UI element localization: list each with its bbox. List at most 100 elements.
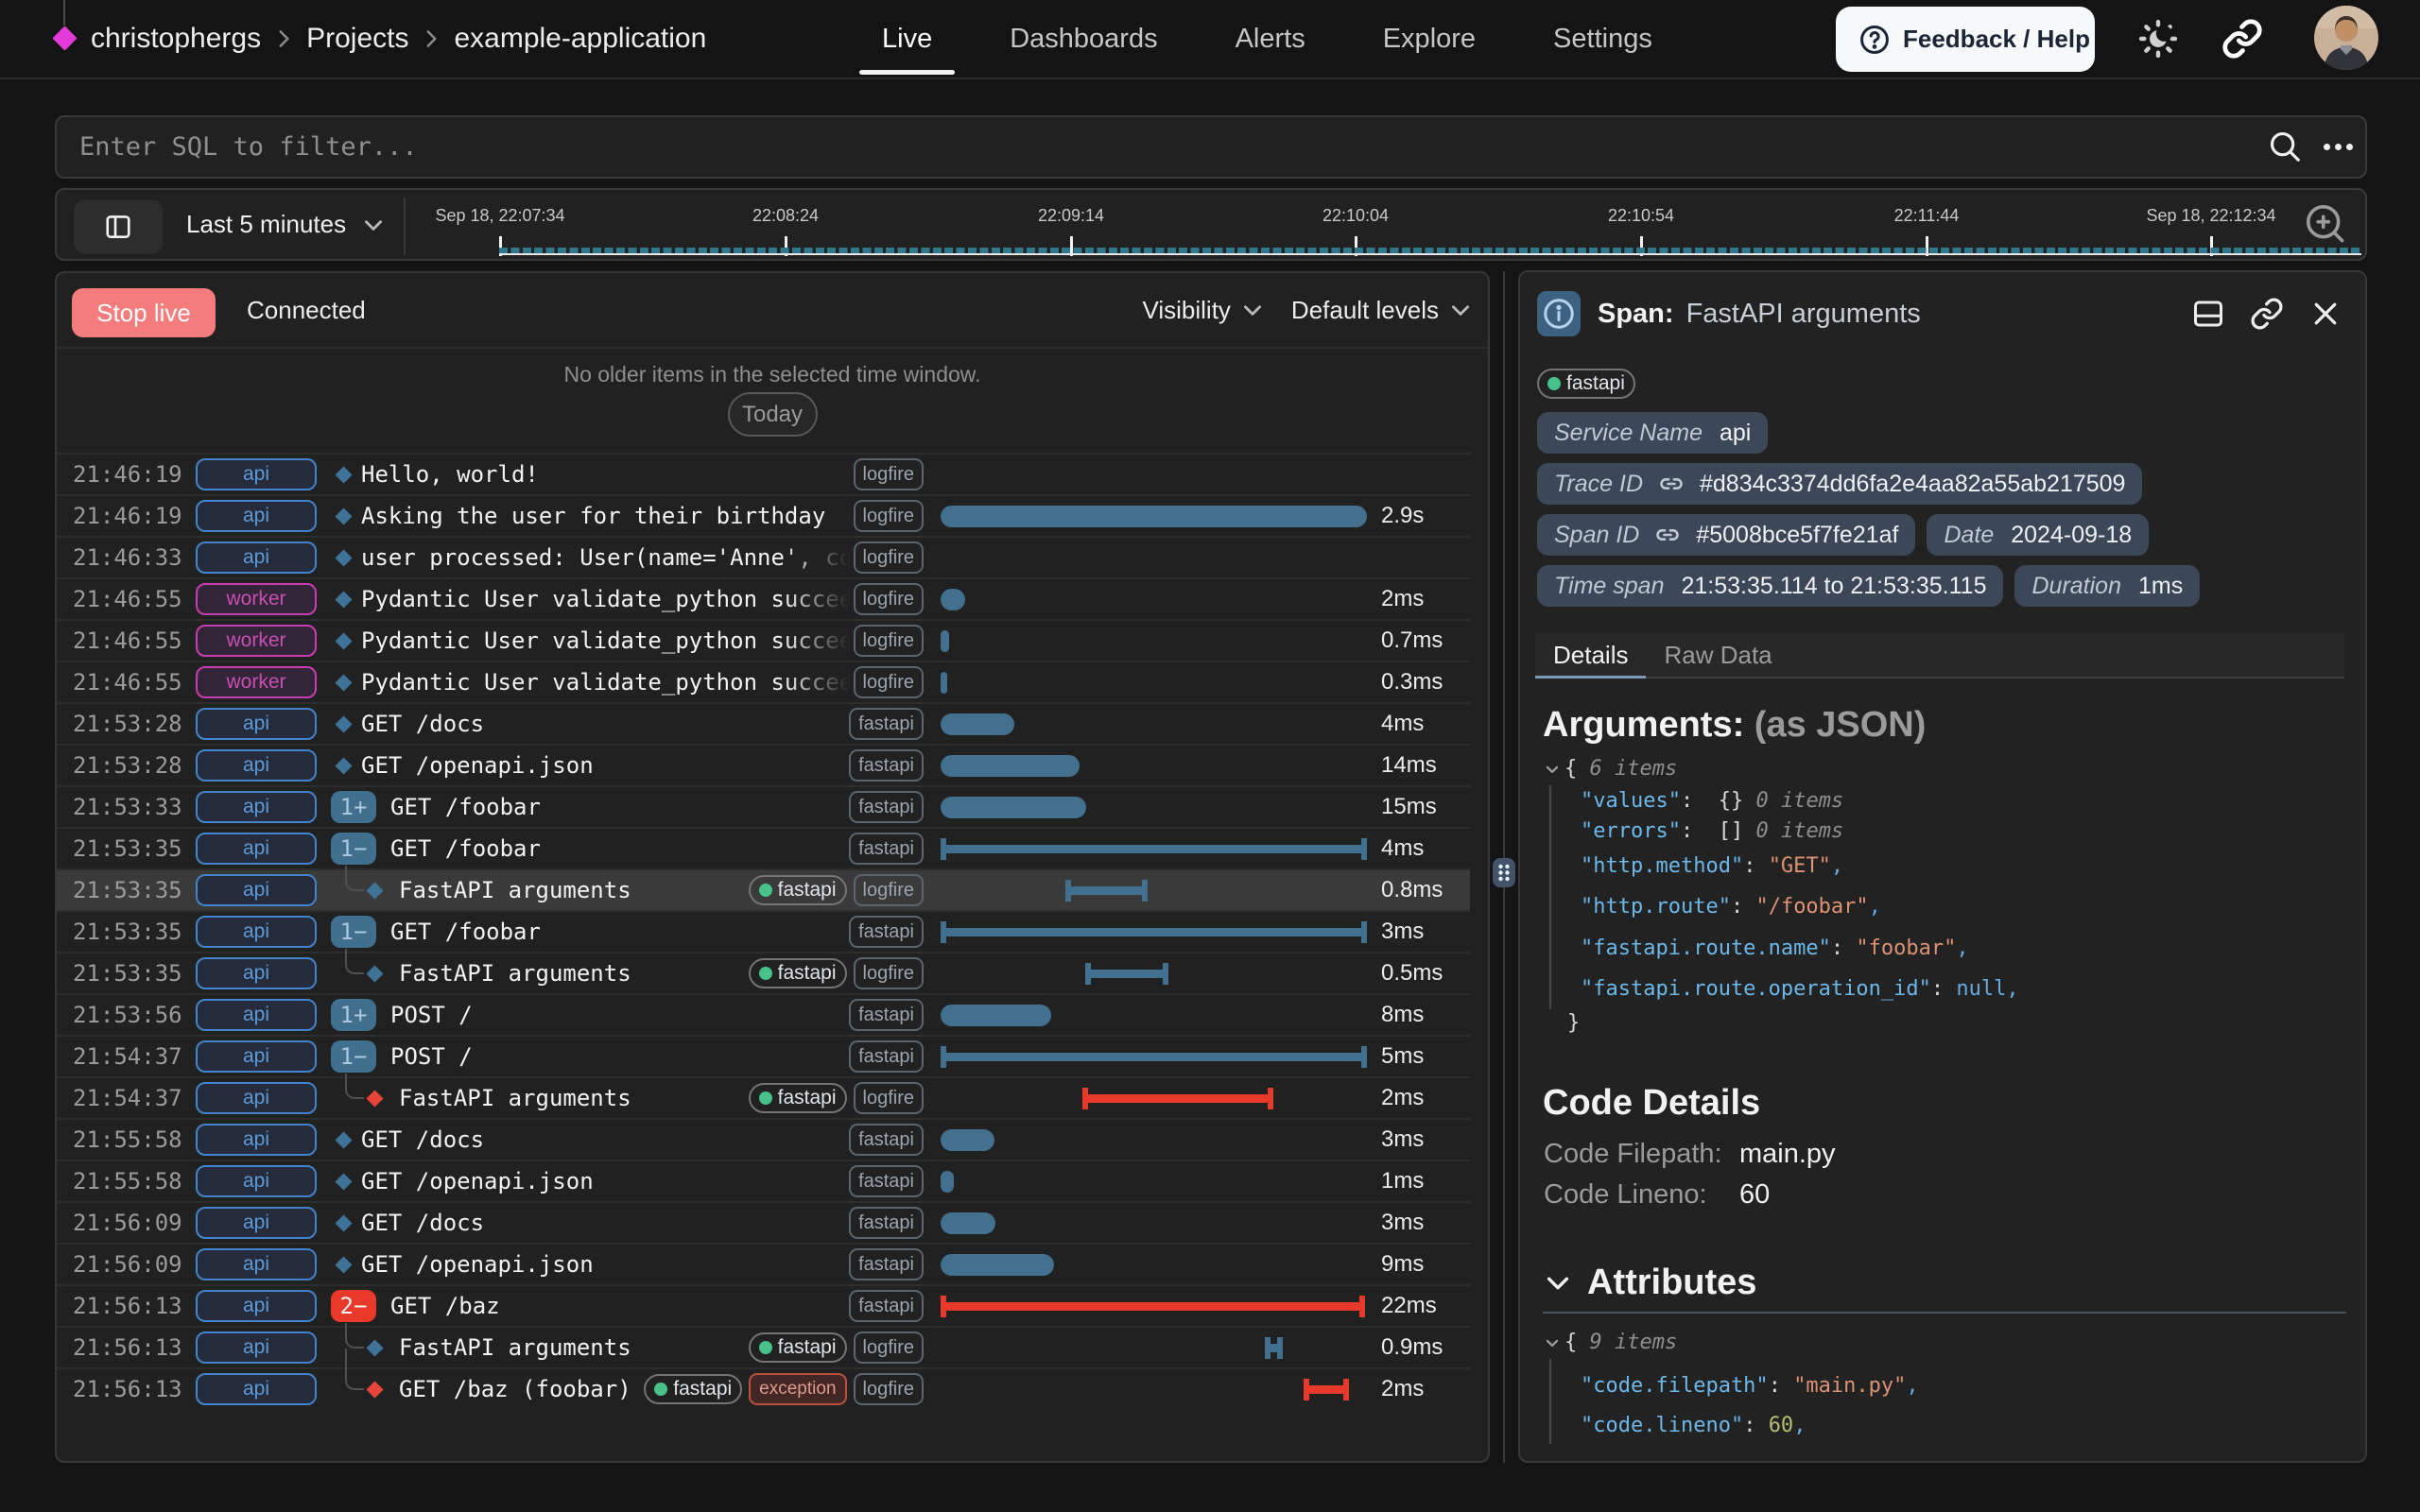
nav-tab-dashboards[interactable]: Dashboards [987,0,1180,77]
service-tag-api[interactable]: api [196,749,317,782]
service-tag-api[interactable]: api [196,1207,317,1239]
service-tag-worker[interactable]: worker [196,666,317,698]
scope-tag-fastapi[interactable]: fastapi [849,1207,924,1239]
service-tag-api[interactable]: api [196,500,317,532]
log-row[interactable]: 21:46:55workerPydantic User validate_pyt… [57,661,1470,702]
metadata-chip[interactable]: Trace ID#d834c3374dd6fa2e4aa82a55ab21750… [1537,463,2142,505]
theme-toggle-icon[interactable] [2137,18,2179,60]
filter-menu-icon[interactable] [2324,130,2365,163]
attributes-heading[interactable]: Attributes [1543,1263,1756,1303]
close-icon[interactable] [2308,297,2342,331]
fastapi-tag[interactable]: fastapi [749,875,847,905]
scope-tag-logfire[interactable]: logfire [854,583,924,615]
log-row[interactable]: 21:53:28apiGET /docsfastapi4ms [57,702,1470,744]
fastapi-tag[interactable]: fastapi [749,1083,847,1113]
log-row[interactable]: 21:46:19apiHello, world!logfire [57,453,1470,494]
service-tag-api[interactable]: api [196,791,317,823]
scope-tag-logfire[interactable]: logfire [854,625,924,657]
log-row[interactable]: 21:46:55workerPydantic User validate_pyt… [57,619,1470,661]
zoom-in-icon[interactable] [2304,202,2347,246]
service-tag-api[interactable]: api [196,957,317,989]
detail-tab-details[interactable]: Details [1535,633,1646,677]
nav-tab-settings[interactable]: Settings [1530,0,1675,77]
fastapi-tag[interactable]: fastapi [644,1374,742,1404]
nav-tab-alerts[interactable]: Alerts [1213,0,1328,77]
fastapi-tag[interactable]: fastapi [749,1332,847,1363]
copy-link-icon[interactable] [2221,18,2263,60]
service-tag-api[interactable]: api [196,1290,317,1322]
log-row[interactable]: 21:54:37api1−POST /fastapi5ms [57,1035,1470,1076]
children-count-badge[interactable]: 1− [331,916,376,948]
log-row[interactable]: 21:54:37apiFastAPI argumentsfastapilogfi… [57,1076,1470,1118]
fastapi-tag[interactable]: fastapi [749,958,847,988]
service-tag-api[interactable]: api [196,1124,317,1156]
scope-tag-fastapi[interactable]: fastapi [849,999,924,1031]
scope-tag-fastapi[interactable]: fastapi [849,1248,924,1280]
dock-panel-icon[interactable] [2191,297,2225,331]
scope-tag-logfire[interactable]: logfire [854,874,924,906]
scope-tag-fastapi[interactable]: fastapi [849,708,924,740]
exception-tag[interactable]: exception [749,1373,846,1405]
service-tag-api[interactable]: api [196,541,317,574]
scope-tag-fastapi[interactable]: fastapi [849,833,924,865]
scope-tag-fastapi[interactable]: fastapi [849,1290,924,1322]
search-icon[interactable] [2267,129,2303,164]
sidebar-toggle-button[interactable] [74,199,163,254]
service-tag-api[interactable]: api [196,874,317,906]
service-tag-api[interactable]: api [196,1332,317,1364]
service-tag-api[interactable]: api [196,458,317,490]
service-tag-api[interactable]: api [196,999,317,1031]
log-row[interactable]: 21:53:35api1−GET /foobarfastapi4ms [57,827,1470,868]
resize-handle[interactable] [1493,858,1515,887]
nav-tab-live[interactable]: Live [859,0,955,77]
log-row[interactable]: 21:53:28apiGET /openapi.jsonfastapi14ms [57,744,1470,785]
service-tag-api[interactable]: api [196,1248,317,1280]
log-row[interactable]: 21:56:13apiGET /baz (foobar)fastapiexcep… [57,1367,1470,1409]
service-tag-api[interactable]: api [196,833,317,865]
visibility-dropdown[interactable]: Visibility [1142,296,1264,325]
service-tag-worker[interactable]: worker [196,625,317,657]
service-tag-worker[interactable]: worker [196,583,317,615]
log-row[interactable]: 21:46:33apiuser processed: User(name='An… [57,536,1470,577]
scope-tag-fastapi[interactable]: fastapi [849,749,924,782]
permalink-icon[interactable] [2250,297,2284,331]
scope-tag-fastapi[interactable]: fastapi [849,1165,924,1197]
fastapi-tag[interactable]: fastapi [1537,369,1635,399]
children-count-badge[interactable]: 2− [331,1290,376,1322]
collapse-caret-icon[interactable] [1543,1333,1562,1352]
service-tag-api[interactable]: api [196,1040,317,1073]
log-row[interactable]: 21:55:58apiGET /docsfastapi3ms [57,1118,1470,1160]
log-row[interactable]: 21:53:56api1+POST /fastapi8ms [57,993,1470,1035]
log-row[interactable]: 21:55:58apiGET /openapi.jsonfastapi1ms [57,1160,1470,1201]
breadcrumb-org[interactable]: christophergs [91,23,261,55]
scope-tag-logfire[interactable]: logfire [854,1082,924,1114]
user-avatar[interactable] [2314,6,2378,70]
collapse-caret-icon[interactable] [1543,760,1562,779]
breadcrumb-project[interactable]: example-application [454,23,706,55]
children-count-badge[interactable]: 1− [331,833,376,865]
scope-tag-fastapi[interactable]: fastapi [849,791,924,823]
scope-tag-logfire[interactable]: logfire [854,957,924,989]
log-row[interactable]: 21:53:35api1−GET /foobarfastapi3ms [57,910,1470,952]
log-row[interactable]: 21:46:19apiAsking the user for their bir… [57,494,1470,536]
feedback-help-button[interactable]: Feedback / Help [1836,7,2095,72]
scope-tag-fastapi[interactable]: fastapi [849,1124,924,1156]
scope-tag-fastapi[interactable]: fastapi [849,916,924,948]
log-row[interactable]: 21:56:13api2−GET /bazfastapi22ms [57,1284,1470,1326]
stop-live-button[interactable]: Stop live [72,288,216,337]
service-tag-api[interactable]: api [196,916,317,948]
breadcrumb-projects[interactable]: Projects [306,23,408,55]
log-row[interactable]: 21:56:09apiGET /openapi.jsonfastapi9ms [57,1243,1470,1284]
service-tag-api[interactable]: api [196,1082,317,1114]
children-count-badge[interactable]: 1+ [331,999,376,1031]
scope-tag-fastapi[interactable]: fastapi [849,1040,924,1073]
scope-tag-logfire[interactable]: logfire [854,500,924,532]
scope-tag-logfire[interactable]: logfire [854,458,924,490]
service-tag-api[interactable]: api [196,708,317,740]
nav-tab-explore[interactable]: Explore [1360,0,1498,77]
log-row[interactable]: 21:56:13apiFastAPI argumentsfastapilogfi… [57,1326,1470,1367]
log-row[interactable]: 21:53:35apiFastAPI argumentsfastapilogfi… [57,868,1470,910]
scope-tag-logfire[interactable]: logfire [854,541,924,574]
logfire-logo-icon[interactable] [52,26,78,51]
today-button[interactable]: Today [728,392,818,437]
